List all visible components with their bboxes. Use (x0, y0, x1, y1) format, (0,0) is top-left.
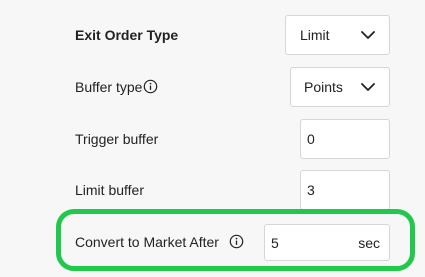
trigger-buffer-value: 0 (307, 131, 315, 147)
convert-to-market-label-group: Convert to Market After (75, 234, 244, 250)
trigger-buffer-row: Trigger buffer 0 (0, 119, 425, 159)
convert-to-market-label: Convert to Market After (75, 234, 219, 250)
limit-buffer-input[interactable]: 3 (300, 170, 390, 210)
convert-to-market-unit: sec (358, 234, 380, 251)
convert-to-market-value: 5 (271, 234, 279, 251)
convert-to-market-input[interactable]: 5 sec (264, 224, 390, 261)
buffer-type-value: Points (304, 79, 343, 95)
exit-order-type-label: Exit Order Type (75, 27, 179, 43)
exit-order-type-select[interactable]: Limit (285, 15, 390, 55)
trigger-buffer-input[interactable]: 0 (300, 119, 390, 159)
limit-buffer-value: 3 (307, 182, 315, 198)
limit-buffer-label: Limit buffer (75, 182, 144, 198)
trigger-buffer-label: Trigger buffer (75, 131, 159, 147)
buffer-type-label: Buffer type (75, 79, 143, 95)
limit-buffer-row: Limit buffer 3 (0, 170, 425, 210)
convert-to-market-row: Convert to Market After 5 sec (0, 222, 425, 262)
exit-order-type-value: Limit (300, 27, 330, 43)
info-icon[interactable] (229, 234, 244, 249)
chevron-down-icon (361, 83, 375, 91)
buffer-type-row: Buffer type Points (0, 67, 425, 107)
info-icon[interactable] (143, 79, 158, 94)
buffer-type-label-group: Buffer type (75, 79, 158, 95)
chevron-down-icon (361, 31, 375, 39)
exit-order-type-row: Exit Order Type Limit (0, 15, 425, 55)
buffer-type-select[interactable]: Points (290, 67, 390, 107)
